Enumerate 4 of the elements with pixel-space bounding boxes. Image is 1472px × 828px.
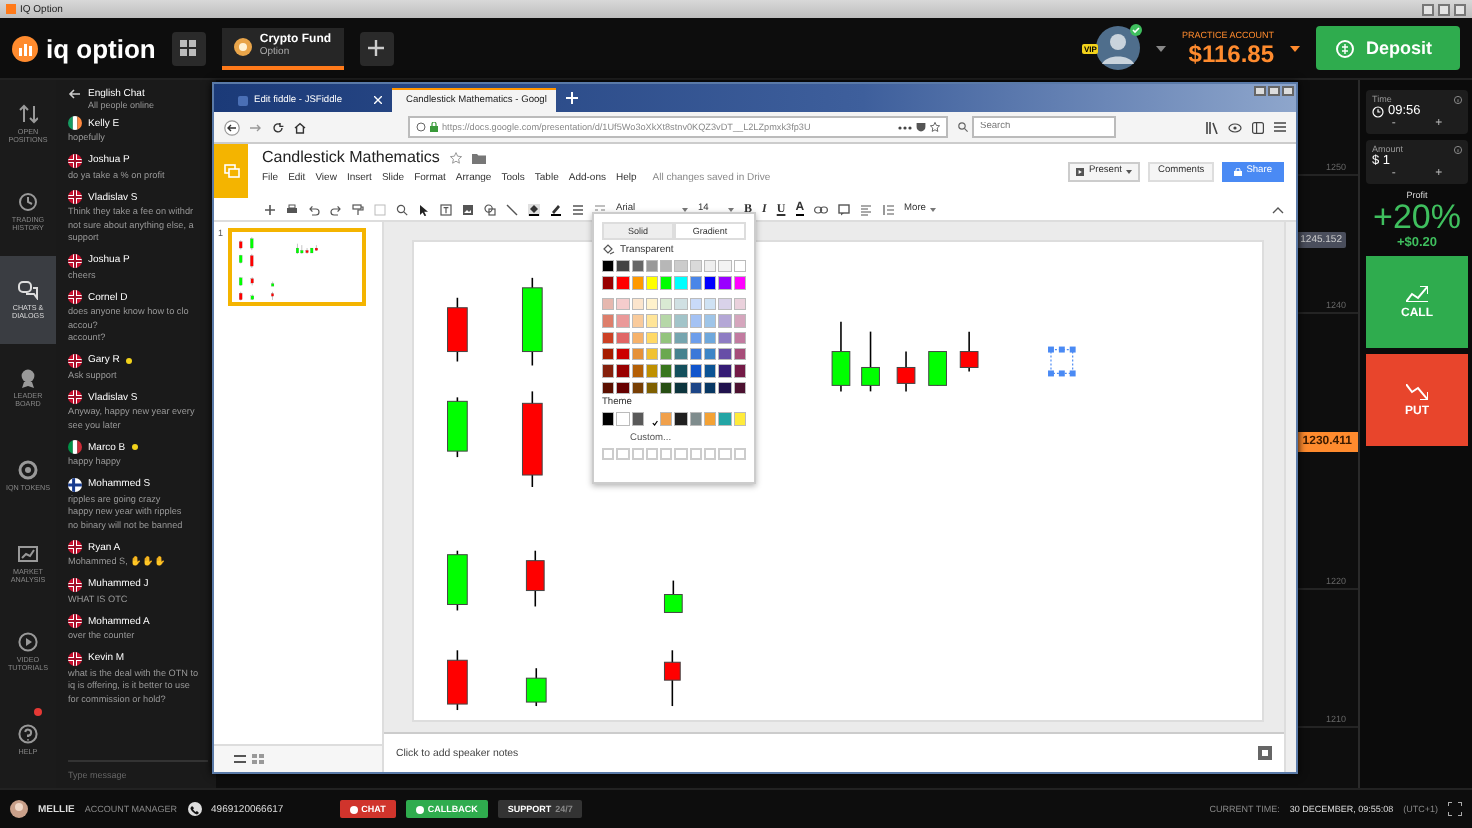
- balance: $116.85: [1188, 39, 1274, 67]
- document-title[interactable]: Candlestick Mathematics: [262, 148, 440, 166]
- logo-text: iq option: [46, 33, 156, 63]
- profit-percent: +20%: [1373, 200, 1461, 236]
